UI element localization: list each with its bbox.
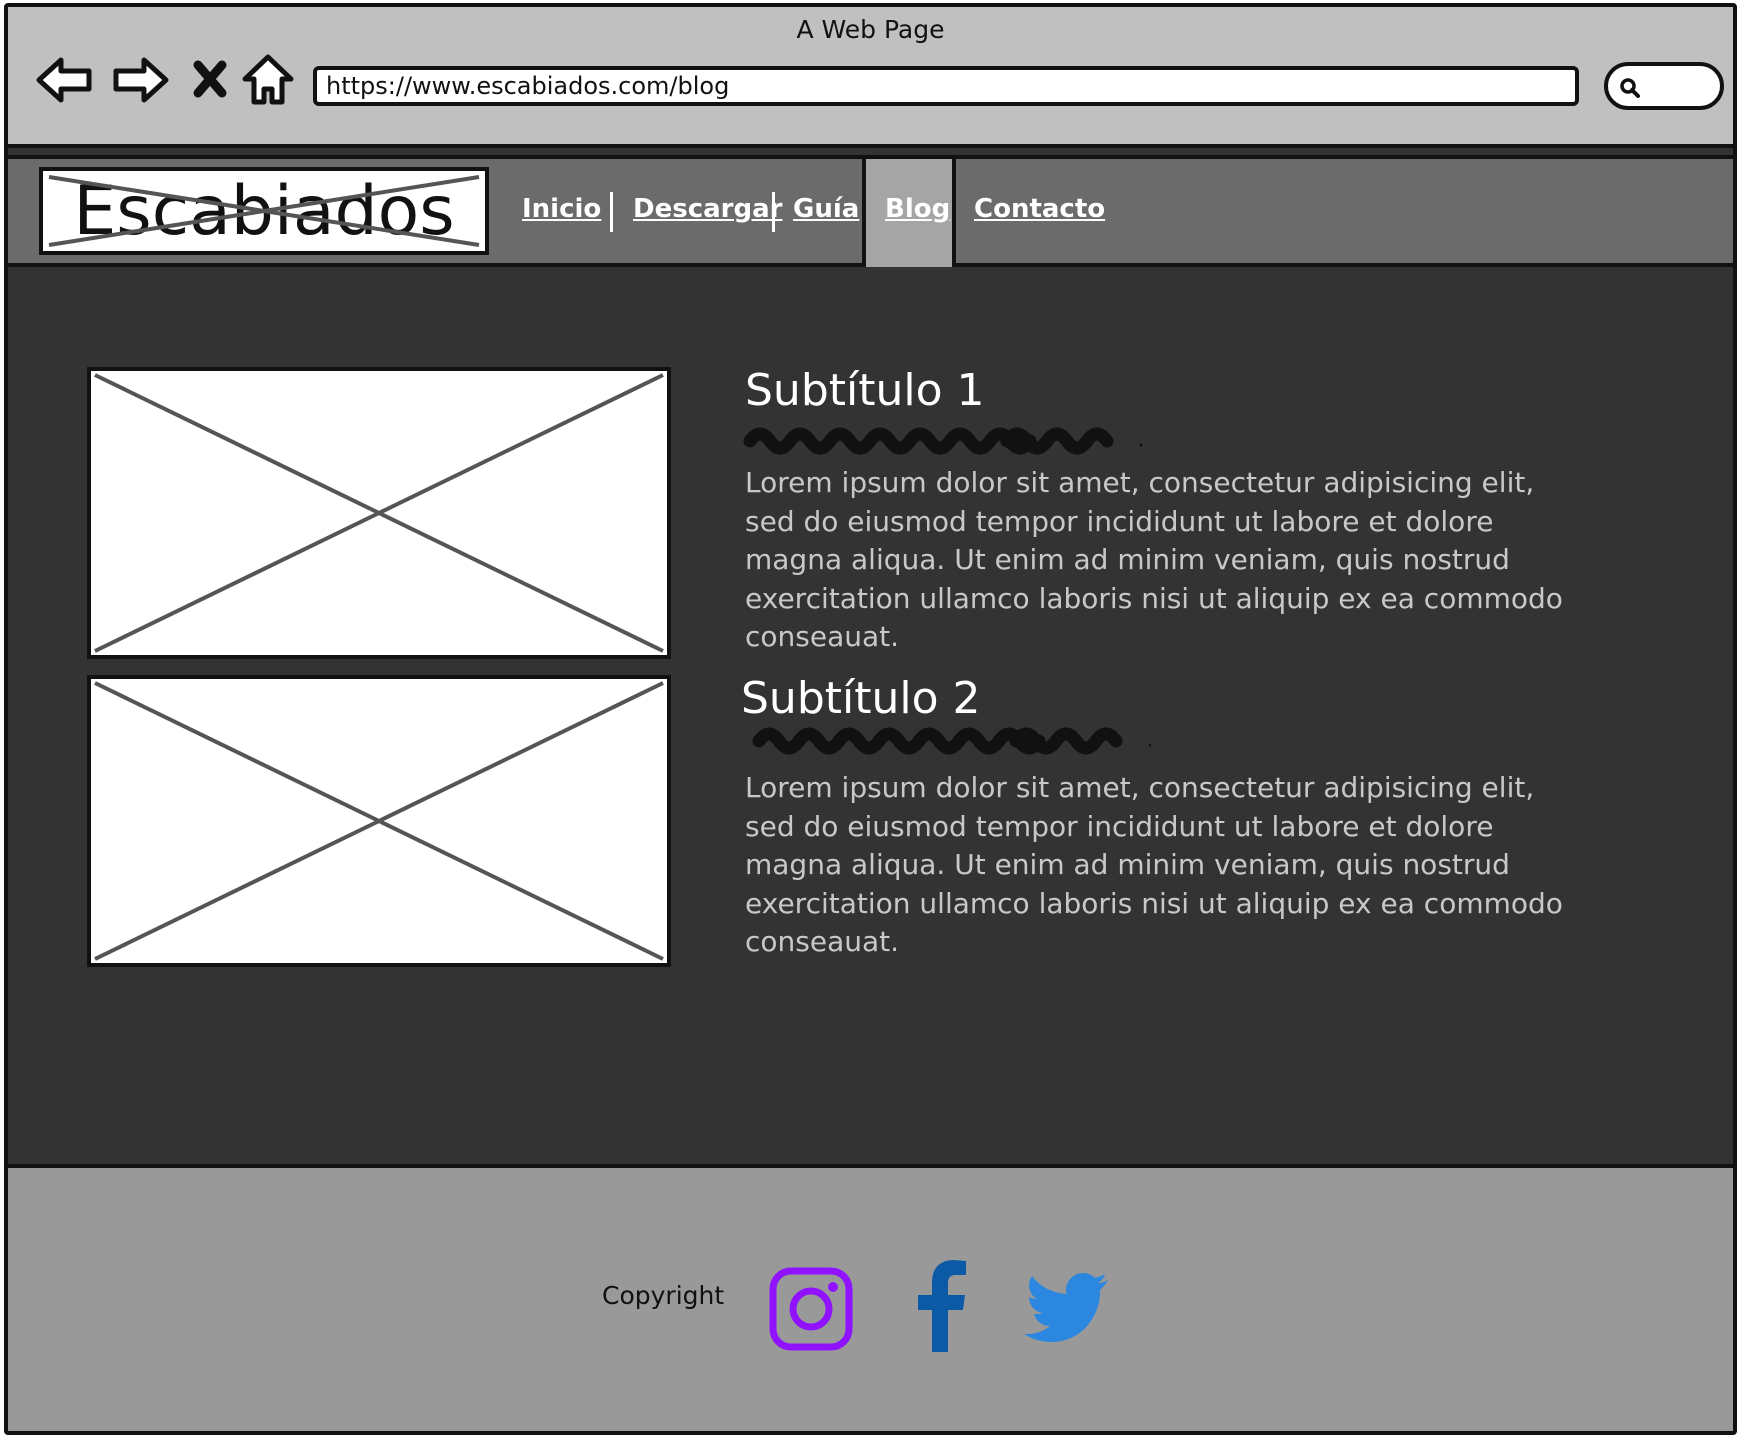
image-placeholder-cross (94, 681, 664, 961)
image-placeholder-cross (94, 373, 664, 653)
post-body: Lorem ipsum dolor sit amet, consectetur … (745, 466, 1563, 653)
site-logo[interactable]: Escabiados (39, 167, 489, 255)
window-title: A Web Page (796, 15, 945, 44)
site-header: Escabiados Inicio Descargar Guía Blog Co… (8, 155, 1733, 273)
scribbled-text-placeholder (752, 727, 1151, 755)
nav-link-blog[interactable]: Blog (885, 159, 950, 263)
twitter-icon[interactable] (1023, 1272, 1109, 1344)
nav-separator (610, 192, 613, 232)
nav-separator (772, 192, 775, 232)
browser-window: A Web Page https://www.escabiados.com/bl… (4, 3, 1737, 1435)
nav-link-guia[interactable]: Guía (793, 159, 859, 263)
copyright-text: Copyright (602, 1281, 725, 1310)
address-bar[interactable]: https://www.escabiados.com/blog (313, 66, 1579, 106)
facebook-icon[interactable] (916, 1260, 968, 1352)
blog-content: Subtítulo 1 Lorem ipsum dolor sit amet, … (8, 267, 1733, 1167)
nav-link-contacto[interactable]: Contacto (974, 159, 1105, 263)
post-image-placeholder (87, 367, 671, 659)
instagram-icon[interactable] (768, 1266, 854, 1352)
nav-link-descargar[interactable]: Descargar (633, 159, 782, 263)
site-footer: Copyright (8, 1164, 1733, 1431)
search-icon (1620, 78, 1640, 98)
nav-link-inicio[interactable]: Inicio (522, 159, 601, 263)
home-icon[interactable] (237, 49, 299, 111)
stop-x-icon[interactable] (180, 49, 242, 111)
back-arrow-icon[interactable] (35, 49, 97, 111)
scribbled-text-placeholder (743, 427, 1142, 455)
post-image-placeholder (87, 675, 671, 967)
browser-toolbar: A Web Page https://www.escabiados.com/bl… (8, 7, 1733, 148)
post-body: Lorem ipsum dolor sit amet, consectetur … (745, 771, 1563, 958)
logo-placeholder-cross (48, 175, 480, 247)
post-title: Subtítulo 1 (745, 365, 985, 416)
forward-arrow-icon[interactable] (108, 49, 170, 111)
browser-search-field[interactable] (1604, 62, 1724, 110)
